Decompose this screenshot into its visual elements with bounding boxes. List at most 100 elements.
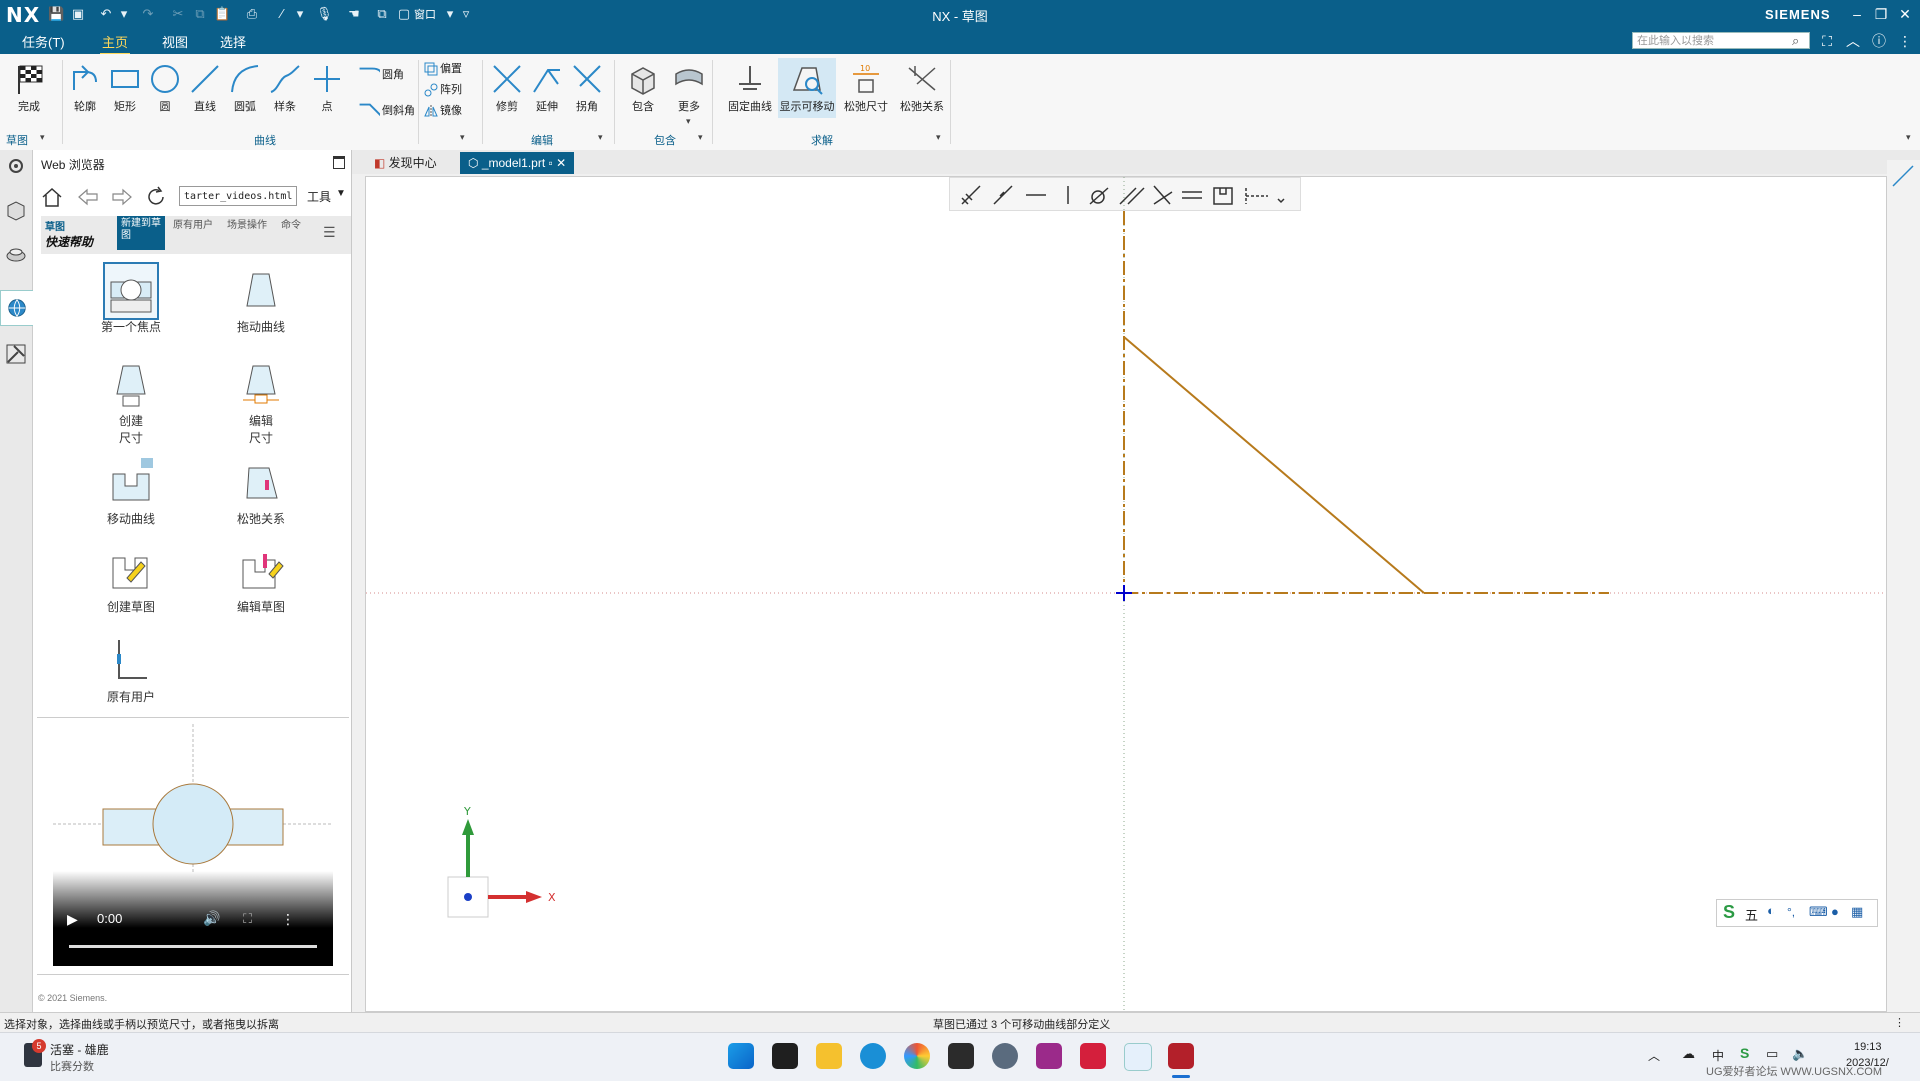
collapse-ribbon-icon[interactable]: ︿ (1842, 32, 1864, 50)
tab-legacy-user[interactable]: 原有用户 (173, 220, 213, 232)
point-tool-button[interactable]: 点 (302, 58, 352, 118)
search-icon[interactable]: ⌕ (1792, 33, 1808, 49)
fix-curve-button[interactable]: 固定曲线 (722, 58, 778, 118)
gallery-edit-sketch[interactable]: 编辑草图 (211, 544, 311, 615)
show-hidden-icons[interactable]: ︿ (1648, 1047, 1660, 1064)
fullscreen-video-icon[interactable]: ⛶ (243, 911, 252, 927)
forward-icon[interactable] (111, 188, 133, 206)
hamburger-menu-icon[interactable]: ☰ (323, 224, 336, 241)
ime-toolbar[interactable]: S 五 ◐ °, ⌨ ● ▦ (1716, 899, 1878, 927)
edge-icon[interactable] (860, 1043, 886, 1069)
nx-app-icon[interactable] (1168, 1043, 1194, 1069)
search-input[interactable]: 在此输入以搜索 (1632, 32, 1810, 49)
tab-scenario[interactable]: 场景操作 (227, 220, 267, 232)
corner-tool-button[interactable]: 拐角 (562, 58, 612, 118)
gallery-drag-curve[interactable]: 拖动曲线 (211, 264, 311, 335)
mirror-button[interactable]: 镜像 (424, 102, 462, 120)
fullscreen-icon[interactable]: ⛶ (1816, 32, 1838, 50)
more-options-icon[interactable]: ⋮ (1894, 32, 1916, 50)
file-explorer-icon[interactable] (816, 1043, 842, 1069)
gallery-edit-dimension[interactable]: 编辑尺寸 (211, 358, 311, 446)
tools-dropdown-icon[interactable]: ▼ (336, 188, 346, 199)
home-icon[interactable] (41, 186, 63, 208)
web-browser-tab[interactable] (0, 290, 34, 326)
chrome-icon[interactable] (904, 1043, 930, 1069)
winrar-icon[interactable] (1036, 1043, 1062, 1069)
moon-icon[interactable]: ◐ (1767, 903, 1775, 918)
gallery-legacy-user[interactable]: 原有用户 (81, 634, 181, 705)
more-tool-button[interactable]: 更多 (664, 58, 714, 118)
cloud-icon[interactable]: ☁ (1682, 1046, 1695, 1062)
settings-app-icon[interactable] (992, 1043, 1018, 1069)
finish-button[interactable]: 完成 (4, 58, 54, 118)
maximize-panel-icon[interactable] (333, 156, 345, 169)
tab-model1[interactable]: ⬡ _model1.prt ▫ ✕ (460, 152, 575, 174)
tab-commands[interactable]: 命令 (281, 220, 305, 232)
video-player[interactable]: ▶ 0:00 🔊 ⛶ ⋮ (53, 724, 333, 968)
close-button[interactable]: ✕ (1894, 5, 1916, 23)
gallery-create-sketch[interactable]: 创建草图 (81, 544, 181, 615)
task-view-icon[interactable] (772, 1043, 798, 1069)
include-group-expand-icon[interactable]: ▾ (698, 132, 703, 143)
assembly-navigator-icon[interactable] (4, 242, 28, 266)
start-icon[interactable] (728, 1043, 754, 1069)
help-icon[interactable]: ⓘ (1868, 32, 1890, 50)
ribbon-options-icon[interactable]: ▾ (1906, 132, 1911, 143)
tools-icon[interactable] (4, 342, 28, 366)
relax-relation-button[interactable]: 松弛关系 (894, 58, 950, 118)
status-options-icon[interactable]: ⋮ (1894, 1016, 1905, 1029)
video-progress-bar[interactable] (69, 945, 317, 948)
menu-view[interactable]: 视图 (160, 32, 190, 51)
include-tool-button[interactable]: 包含 (618, 58, 668, 118)
gallery-move-curve[interactable]: 移动曲线 (81, 456, 181, 527)
tab-discover-center[interactable]: ◧ 发现中心 (366, 152, 445, 174)
restore-button[interactable]: ❐ (1870, 5, 1892, 23)
gallery-first-focus[interactable]: 第一个焦点 (81, 262, 181, 335)
show-movable-button[interactable]: 显示可移动 (778, 58, 836, 118)
tab-new-to-sketch[interactable]: 新建到草图 (117, 216, 165, 250)
clock-time[interactable]: 19:13 (1854, 1041, 1882, 1053)
gallery-create-dimension[interactable]: 创建尺寸 (81, 358, 181, 446)
edit-group-expand-icon[interactable]: ▾ (598, 132, 603, 143)
keyboard-icon[interactable]: ⌨ (1809, 904, 1828, 920)
curve-group-expand-icon[interactable]: ▾ (460, 132, 465, 143)
gallery-relax-relation[interactable]: 松弛关系 (211, 456, 311, 527)
display-icon[interactable]: ▭ (1766, 1046, 1778, 1062)
punctuation-icon[interactable]: °, (1787, 905, 1795, 919)
graphics-window[interactable]: Y X S 五 ◐ °, ⌨ ● ▦ (365, 176, 1887, 1012)
address-input[interactable]: tarter_videos.html (179, 186, 297, 206)
tools-menu[interactable]: 工具 (307, 188, 331, 205)
sketch-line-icon[interactable] (1891, 164, 1915, 188)
close-tab-icon[interactable]: ✕ (556, 156, 566, 170)
sogou-tray-icon[interactable]: S (1740, 1045, 1749, 1061)
menu-select[interactable]: 选择 (218, 32, 248, 51)
volume-tray-icon[interactable]: 🔈 (1792, 1046, 1808, 1062)
pattern-button[interactable]: 阵列 (424, 81, 462, 99)
widget-title[interactable]: 活塞 - 雄鹿 (50, 1041, 109, 1058)
terminal-icon[interactable] (948, 1043, 974, 1069)
play-icon[interactable]: ▶ (67, 911, 78, 928)
offset-button[interactable]: 偏置 (424, 60, 462, 78)
user-icon[interactable]: ● (1831, 904, 1839, 919)
ime-mode-label[interactable]: 五 (1745, 905, 1758, 924)
back-icon[interactable] (77, 188, 99, 206)
video-menu-icon[interactable]: ⋮ (281, 911, 295, 928)
refresh-icon[interactable] (145, 186, 167, 208)
network-app-icon[interactable] (1124, 1043, 1152, 1071)
chamfer-button[interactable]: 倒斜角 (352, 102, 415, 120)
grid-apps-icon[interactable]: ▦ (1851, 904, 1863, 920)
minimize-button[interactable]: – (1846, 5, 1868, 23)
settings-icon[interactable] (4, 154, 28, 178)
ime-indicator[interactable]: 中 (1712, 1047, 1724, 1064)
volume-icon[interactable]: 🔊 (203, 910, 220, 927)
more-dropdown-icon[interactable]: ▾ (686, 116, 691, 127)
relax-dimension-button[interactable]: 10 松弛尺寸 (838, 58, 894, 118)
sketch-group-expand-icon[interactable]: ▾ (40, 132, 45, 143)
trim-icon (493, 65, 521, 93)
solve-group-expand-icon[interactable]: ▾ (936, 132, 941, 143)
part-navigator-icon[interactable] (4, 198, 28, 222)
fillet-button[interactable]: 圆角 (352, 66, 404, 84)
autocad-icon[interactable] (1080, 1043, 1106, 1069)
menu-home[interactable]: 主页 (100, 32, 131, 55)
menu-task[interactable]: 任务(T) (20, 32, 67, 51)
